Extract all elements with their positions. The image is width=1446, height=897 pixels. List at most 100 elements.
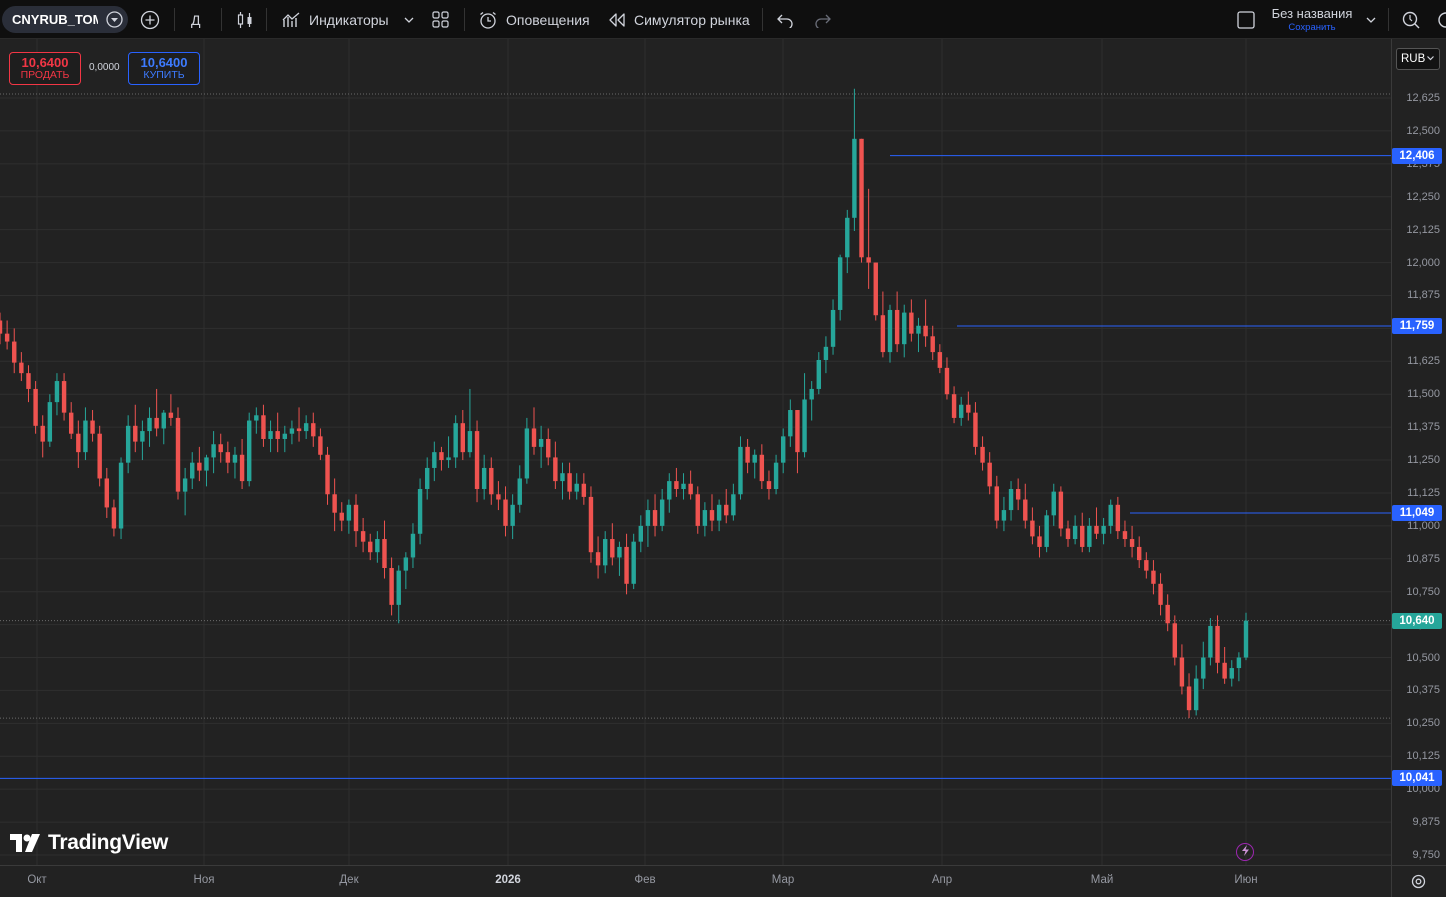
- indicators-button[interactable]: Индикаторы: [282, 0, 389, 39]
- candle-body: [645, 510, 651, 526]
- price-line-label[interactable]: 10,041: [1392, 770, 1442, 787]
- candle: [1080, 512, 1085, 553]
- candle: [1094, 507, 1099, 540]
- candle: [638, 515, 644, 553]
- candle: [133, 404, 138, 453]
- redo-button[interactable]: [814, 0, 832, 39]
- candle: [916, 317, 921, 353]
- candle: [261, 404, 266, 447]
- candle: [125, 415, 131, 474]
- candle-body: [1129, 539, 1135, 547]
- candlestick-chart[interactable]: [0, 39, 1391, 865]
- price-line-label[interactable]: 12,406: [1392, 147, 1442, 164]
- candle-body: [1208, 625, 1213, 658]
- tradingview-logo[interactable]: TradingView: [10, 831, 168, 855]
- candle-body: [83, 420, 88, 453]
- candle: [111, 499, 117, 537]
- candle: [788, 399, 793, 447]
- alerts-button[interactable]: Оповещения: [478, 0, 590, 39]
- quick-search-button[interactable]: [1401, 0, 1421, 39]
- chart-pane[interactable]: 10,6400 ПРОДАТЬ 0,0000 10,6400 КУПИТЬ: [0, 39, 1391, 865]
- candle: [1243, 612, 1249, 661]
- candle: [602, 531, 608, 574]
- price-line-label[interactable]: 11,049: [1392, 504, 1442, 521]
- undo-button[interactable]: [776, 0, 794, 39]
- candle: [232, 446, 238, 479]
- axis-settings-button[interactable]: [1391, 865, 1446, 897]
- interval-label: Д: [191, 11, 201, 28]
- candle-body: [346, 504, 352, 521]
- candle-body: [474, 431, 480, 490]
- candle-body: [830, 309, 836, 347]
- candle: [973, 402, 978, 455]
- candle-body: [1065, 528, 1071, 540]
- candle: [246, 412, 252, 487]
- time-axis[interactable]: Окт Ноя Дек 2026 Фев Мар Апр Май Июн: [0, 865, 1391, 897]
- candle-body: [1108, 504, 1113, 526]
- candle: [182, 467, 188, 516]
- candle: [1229, 660, 1234, 687]
- candle-body: [12, 341, 17, 363]
- candle-body: [1008, 489, 1014, 511]
- settings-button[interactable]: [1436, 0, 1446, 39]
- candle-body: [567, 473, 572, 492]
- candle: [275, 412, 280, 453]
- chart-type-button[interactable]: [236, 0, 254, 39]
- candle-body: [375, 539, 380, 553]
- candle: [837, 254, 843, 321]
- candle-body: [1151, 570, 1156, 584]
- price-tick: 10,875: [1406, 552, 1440, 565]
- replay-button[interactable]: Симулятор рынка: [608, 0, 750, 39]
- time-tick: Ноя: [193, 874, 215, 886]
- candle-body: [453, 423, 458, 458]
- candle: [894, 291, 900, 353]
- candle: [303, 415, 309, 439]
- sell-price: 10,6400: [21, 54, 69, 70]
- currency-select[interactable]: RUB: [1396, 48, 1440, 70]
- symbol-search[interactable]: CNYRUB_TOM: [2, 6, 128, 33]
- candle: [225, 441, 231, 474]
- interval-button[interactable]: Д: [191, 0, 200, 39]
- candle-body: [602, 539, 608, 566]
- candle: [688, 470, 693, 500]
- candle: [766, 470, 772, 500]
- candle: [524, 417, 530, 484]
- candle-body: [489, 467, 494, 495]
- candle-body: [823, 346, 829, 360]
- candle: [567, 462, 572, 500]
- candle: [211, 431, 216, 474]
- indicators-icon: [282, 11, 301, 29]
- plus-circle-icon: [140, 10, 160, 30]
- candle: [97, 425, 102, 487]
- sell-button[interactable]: 10,6400 ПРОДАТЬ: [9, 52, 81, 85]
- candle: [809, 381, 814, 421]
- lightning-icon: [1241, 843, 1250, 861]
- buy-price: 10,6400: [140, 54, 188, 70]
- candle-body: [296, 428, 302, 432]
- buy-label: КУПИТЬ: [143, 68, 185, 81]
- compare-add-button[interactable]: [140, 0, 160, 39]
- layout-checkbox[interactable]: [1236, 0, 1256, 39]
- candle: [432, 441, 437, 482]
- indicators-dropdown[interactable]: [403, 0, 415, 39]
- candle: [780, 428, 786, 474]
- buy-button[interactable]: 10,6400 КУПИТЬ: [128, 52, 200, 85]
- candle: [474, 420, 480, 503]
- candle-body: [1136, 546, 1142, 561]
- candle: [667, 473, 672, 513]
- candle-body: [638, 525, 644, 542]
- event-marker[interactable]: [1236, 843, 1254, 861]
- candle-body: [695, 494, 700, 526]
- candle: [923, 299, 928, 347]
- candle: [560, 462, 565, 500]
- candle-body: [1144, 560, 1149, 571]
- symbol-info-icon[interactable]: [106, 11, 123, 33]
- price-line-label[interactable]: 11,759: [1392, 318, 1442, 335]
- candle-body: [752, 454, 757, 463]
- candle: [887, 304, 893, 363]
- layout-templates-button[interactable]: [431, 0, 450, 39]
- layout-name-button[interactable]: Без названия Сохранить: [1266, 6, 1358, 34]
- candle: [802, 373, 807, 458]
- layout-dropdown[interactable]: [1365, 0, 1377, 39]
- layout-save-link[interactable]: Сохранить: [1266, 22, 1358, 33]
